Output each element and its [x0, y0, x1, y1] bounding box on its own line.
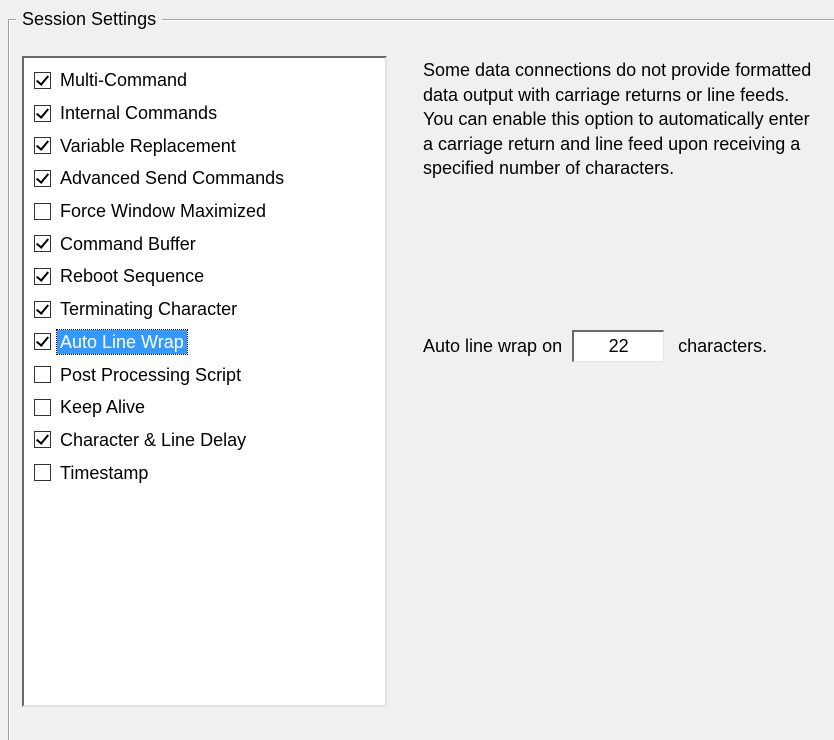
list-item-keep-alive[interactable]: Keep Alive [34, 391, 385, 424]
checkbox[interactable] [34, 235, 51, 253]
checkbox[interactable] [34, 71, 51, 89]
list-item-label[interactable]: Advanced Send Commands [57, 166, 287, 190]
list-item-label[interactable]: Command Buffer [57, 232, 199, 256]
list-item-reboot-sequence[interactable]: Reboot Sequence [34, 260, 385, 293]
checkbox[interactable] [34, 267, 51, 285]
checkbox[interactable] [34, 202, 51, 220]
list-item-multi-command[interactable]: Multi-Command [34, 64, 385, 97]
list-item-variable-replacement[interactable]: Variable Replacement [34, 129, 385, 162]
list-item-label[interactable]: Auto Line Wrap [56, 328, 188, 355]
list-item-label[interactable]: Timestamp [57, 461, 151, 485]
wrap-length-input[interactable] [572, 330, 665, 362]
checkbox[interactable] [34, 169, 51, 187]
checkbox[interactable] [34, 366, 51, 384]
list-item-label[interactable]: Multi-Command [57, 68, 190, 92]
list-item-timestamp[interactable]: Timestamp [34, 456, 385, 489]
list-item-label[interactable]: Variable Replacement [57, 134, 239, 158]
list-item-internal-commands[interactable]: Internal Commands [34, 97, 385, 130]
wrap-suffix-label: characters. [678, 335, 768, 356]
list-item-label[interactable]: Internal Commands [57, 101, 220, 125]
list-item-label[interactable]: Force Window Maximized [57, 199, 269, 223]
list-item-auto-line-wrap[interactable]: Auto Line Wrap [34, 326, 385, 359]
list-item-label[interactable]: Reboot Sequence [57, 264, 207, 288]
wrap-prefix-label: Auto line wrap on [423, 335, 563, 356]
list-item-label[interactable]: Terminating Character [57, 297, 240, 321]
list-item-advanced-send-commands[interactable]: Advanced Send Commands [34, 162, 385, 195]
list-item-character-line-delay[interactable]: Character & Line Delay [34, 424, 385, 457]
list-item-label[interactable]: Keep Alive [57, 395, 148, 419]
groupbox-title: Session Settings [16, 8, 163, 30]
settings-list[interactable]: Multi-Command Internal Commands Variable… [22, 56, 387, 707]
list-item-force-window-maximized[interactable]: Force Window Maximized [34, 195, 385, 228]
settings-list-items: Multi-Command Internal Commands Variable… [34, 64, 385, 489]
list-item-terminating-character[interactable]: Terminating Character [34, 293, 385, 326]
checkbox[interactable] [34, 137, 51, 155]
checkbox[interactable] [34, 300, 51, 318]
checkbox[interactable] [34, 398, 51, 416]
checkbox[interactable] [34, 104, 51, 122]
checkbox[interactable] [34, 431, 51, 449]
checkbox[interactable] [34, 464, 51, 482]
auto-line-wrap-row: Auto line wrap on characters. [423, 330, 767, 362]
list-item-post-processing-script[interactable]: Post Processing Script [34, 358, 385, 391]
list-item-command-buffer[interactable]: Command Buffer [34, 227, 385, 260]
checkbox[interactable] [34, 333, 51, 351]
option-description: Some data connections do not provide for… [423, 60, 812, 178]
list-item-label[interactable]: Character & Line Delay [57, 428, 249, 452]
list-item-label[interactable]: Post Processing Script [57, 363, 244, 387]
